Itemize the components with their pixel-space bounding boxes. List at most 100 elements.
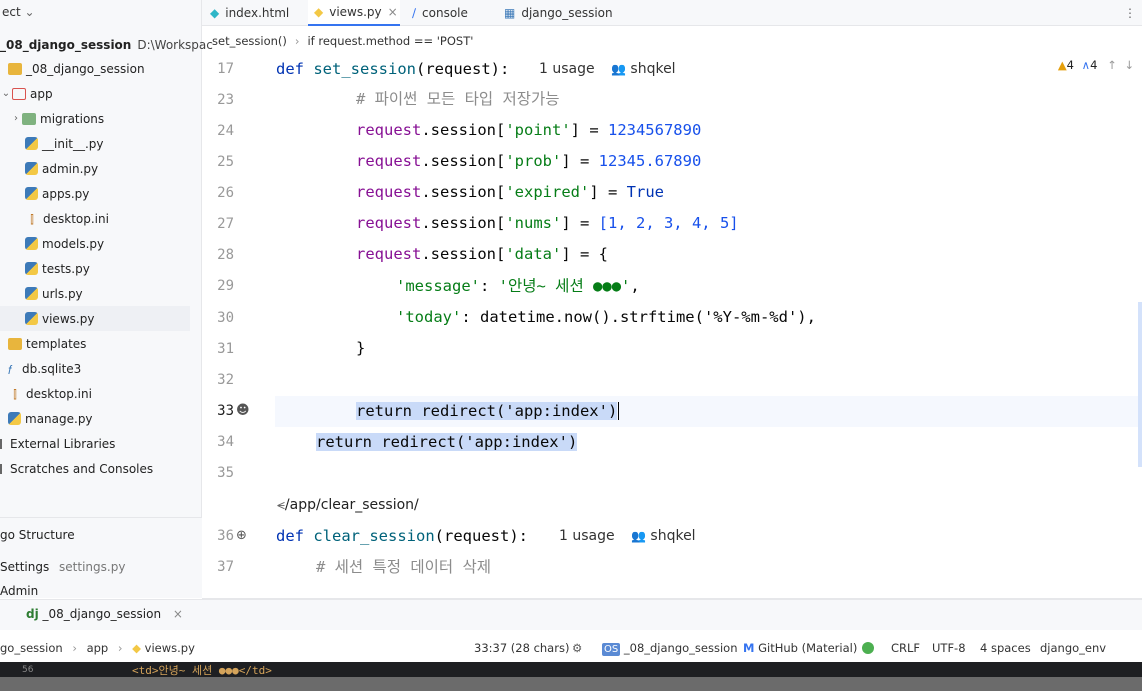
tree-item[interactable]: ⫿ desktop.ini <box>0 381 190 406</box>
author-hint[interactable]: 👥 shqkel <box>611 61 676 77</box>
chevron-down-icon[interactable]: ⌄ <box>25 5 35 19</box>
tree-item[interactable]: Scratches and Consoles <box>0 456 190 481</box>
project-root-name: _08_django_session <box>0 37 132 52</box>
tab-console[interactable]: ∕ console <box>406 0 494 26</box>
code-line-26: request.session['expired'] = True <box>356 183 664 201</box>
tree-item[interactable]: ⌄ app <box>0 81 190 106</box>
share-icon: ⪪ <box>277 497 285 513</box>
code-line-33: return redirect('app:index') <box>356 402 620 420</box>
tree-item[interactable]: › migrations <box>0 106 190 131</box>
line-number: 30 <box>217 310 234 326</box>
line-number: 34 <box>217 434 234 450</box>
chevron-down-icon[interactable]: ⌄ <box>0 88 12 99</box>
chevron-up-icon[interactable]: ↑ <box>1107 58 1117 72</box>
inspection-widget[interactable]: ▲4 ∧4 ↑ ↓ <box>1058 58 1134 72</box>
breadcrumb: set_session() › if request.method == 'PO… <box>202 30 1142 52</box>
material-icon: M <box>743 641 755 655</box>
line-number: 36 <box>217 528 234 544</box>
editor-tabs: ◆ index.html ◆ views.py × ∕ console ▦ django… <box>202 0 1142 26</box>
scrollbar[interactable] <box>1138 302 1142 467</box>
folder-icon <box>8 337 22 350</box>
project-header[interactable]: ect ⌄ <box>0 0 202 26</box>
line-number: 32 <box>217 372 234 388</box>
line-number: 31 <box>217 341 234 357</box>
close-icon[interactable]: × <box>388 5 398 19</box>
tree-item[interactable]: admin.py <box>0 156 190 181</box>
tree-item[interactable]: manage.py <box>0 406 190 431</box>
structure-panel: go Structure Settings settings.py Admin <box>0 517 202 598</box>
file-encoding[interactable]: UTF-8 <box>932 641 966 655</box>
background-scrollbar <box>0 677 1142 691</box>
folder-icon <box>22 112 36 125</box>
tree-item[interactable]: urls.py <box>0 281 190 306</box>
line-number: 25 <box>217 154 234 170</box>
folder-icon <box>12 87 26 100</box>
run-tab[interactable]: dj _08_django_session × <box>26 607 183 621</box>
table-icon: ▦ <box>504 6 516 20</box>
tree-item[interactable]: apps.py <box>0 181 190 206</box>
route-hint[interactable]: ⪪/app/clear_session/ <box>277 497 419 513</box>
code-line-37: # 세션 특정 데이터 삭제 <box>316 558 491 576</box>
chevron-down-icon[interactable]: ↓ <box>1124 58 1134 72</box>
usage-hint[interactable]: 1 usage <box>559 528 615 544</box>
python-file-icon <box>25 262 38 275</box>
chevron-right-icon: › <box>294 34 300 48</box>
chevron-right-icon[interactable]: › <box>10 113 22 124</box>
breadcrumb-item[interactable]: set_session() <box>212 34 287 48</box>
django-icon: dj <box>26 607 39 621</box>
ai-assistant-icon[interactable]: ⚙ <box>572 641 582 655</box>
caret-position[interactable]: 33:37 (28 chars) <box>474 641 569 655</box>
code-editor[interactable]: def set_session(request): 1 usage 👥 shqk… <box>275 52 1142 598</box>
breadcrumb-item[interactable]: if request.method == 'POST' <box>307 34 473 48</box>
tab-django-session[interactable]: ▦ django_session <box>498 0 618 26</box>
tree-item-selected[interactable]: views.py <box>0 306 190 331</box>
code-line-31: } <box>356 339 366 357</box>
tree-item[interactable]: __init__.py <box>0 131 190 156</box>
tree-item[interactable]: _08_django_session <box>0 56 190 81</box>
usage-hint[interactable]: 1 usage <box>539 61 595 77</box>
structure-item-settings[interactable]: Settings settings.py <box>0 560 125 574</box>
run-toolbar: dj _08_django_session × <box>0 599 1142 630</box>
line-number: 23 <box>217 92 234 108</box>
code-line-24: request.session['point'] = 1234567890 <box>356 121 702 139</box>
tab-index-html[interactable]: ◆ index.html <box>204 0 304 26</box>
tree-item[interactable]: tests.py <box>0 256 190 281</box>
code-line-23: # 파이썬 모든 타입 저장가능 <box>356 90 560 108</box>
line-number: 24 <box>217 123 234 139</box>
copilot-icon[interactable]: ☻ <box>236 403 250 418</box>
tree-item[interactable]: ⫿ desktop.ini <box>0 206 190 231</box>
code-line-34: return redirect('app:index') <box>316 433 578 451</box>
theme-status[interactable]: M GitHub (Material) <box>743 641 857 655</box>
project-status[interactable]: OS _08_django_session <box>602 641 738 656</box>
library-icon <box>0 438 6 449</box>
code-line-27: request.session['nums'] = [1, 2, 3, 4, 5… <box>356 214 739 232</box>
more-icon[interactable]: ⋮ <box>1118 0 1138 26</box>
python-file-icon <box>25 137 38 150</box>
python-interpreter[interactable]: django_env <box>1040 641 1106 655</box>
structure-item-admin[interactable]: Admin <box>0 584 38 598</box>
tab-views-py[interactable]: ◆ views.py × <box>308 0 400 26</box>
tree-item[interactable]: templates <box>0 331 190 356</box>
indent-setting[interactable]: 4 spaces <box>980 641 1031 655</box>
tree-item[interactable]: models.py <box>0 231 190 256</box>
python-file-icon: ◆ <box>132 641 142 655</box>
tree-item[interactable]: External Libraries <box>0 431 190 456</box>
tree-item[interactable]: 𝑓 db.sqlite3 <box>0 356 190 381</box>
status-ok-icon[interactable] <box>862 642 874 654</box>
line-number-current: 33 <box>217 403 234 419</box>
code-line-29: 'message': '안녕~ 세션 ●●●', <box>396 277 640 295</box>
line-separator[interactable]: CRLF <box>891 641 920 655</box>
python-file-icon <box>8 412 21 425</box>
author-hint[interactable]: 👥 shqkel <box>631 528 696 544</box>
project-root[interactable]: _08_django_session D:\Workspac <box>0 32 213 57</box>
python-file-icon <box>25 312 38 325</box>
html-file-icon: ◆ <box>210 6 220 20</box>
ini-file-icon: ⫿ <box>13 387 17 401</box>
strip-text: <td>안녕~ 세션 ●●●</td> <box>132 664 272 677</box>
structure-title: go Structure <box>0 528 75 542</box>
close-icon[interactable]: × <box>173 607 183 621</box>
python-file-icon: ◆ <box>314 5 324 19</box>
user-icon: 👥 <box>611 62 626 76</box>
line-gutter: 17 23 24 25 26 27 28 29 30 31 32 33 ☻ 34… <box>202 52 275 598</box>
url-mapping-icon[interactable]: ⊕ <box>236 528 247 543</box>
